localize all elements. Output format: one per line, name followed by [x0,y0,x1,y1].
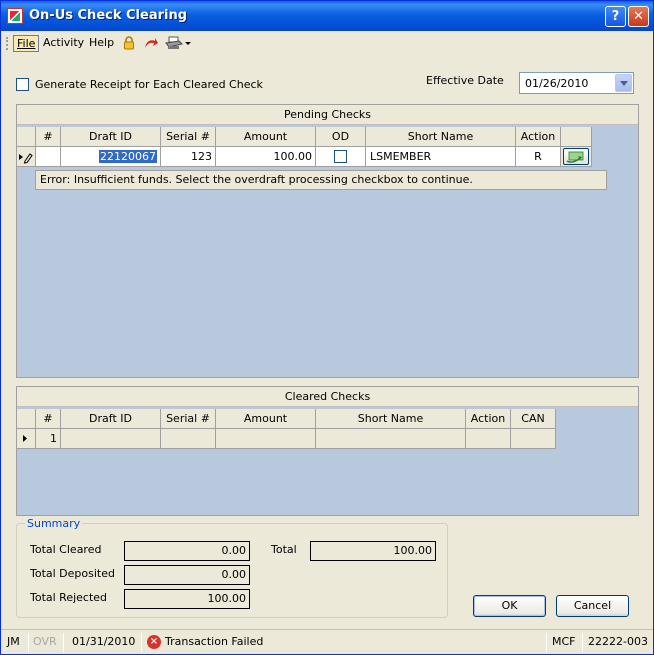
total-label: Total [271,543,297,556]
title-bar: On-Us Check Clearing ? ✕ [1,1,653,31]
pending-col-draft-id[interactable]: Draft ID [61,127,161,147]
generate-receipt-checkbox[interactable] [16,78,29,91]
menu-file-label: File [17,37,36,50]
status-separator [28,633,29,652]
current-row-arrow-icon [23,435,27,442]
draft-id-selected-text[interactable]: 22120067 [99,150,157,163]
row-edit-indicator [17,147,36,167]
total-deposited-label: Total Deposited [30,567,115,580]
status-user: JM [7,635,20,648]
error-message: Error: Insufficient funds. Select the ov… [35,170,607,190]
ok-button[interactable]: OK [473,595,546,617]
main-window: On-Us Check Clearing ? ✕ File Activity H… [0,0,654,655]
cleared-col-amount[interactable]: Amount [216,409,316,429]
total-deposited-value: 0.00 [124,565,250,585]
lock-icon[interactable] [121,35,137,51]
chevron-down-icon[interactable] [615,74,632,92]
menu-help[interactable]: Help [89,36,114,49]
pending-col-num[interactable]: # [36,127,61,147]
pending-cell-draft-id[interactable]: 22120067 [61,147,161,167]
process-button[interactable] [563,148,589,165]
row-current-indicator [17,429,36,449]
pending-checks-panel: Pending Checks # Draft ID Serial # Amoun… [16,104,639,378]
cleared-col-num[interactable]: # [36,409,61,429]
cleared-checks-panel: Cleared Checks # Draft ID Serial # Amoun… [16,386,639,516]
help-button[interactable]: ? [605,6,626,27]
cleared-col-action[interactable]: Action [466,409,511,429]
pending-col-extra [561,127,592,147]
cleared-cell-serial[interactable] [161,429,216,449]
pending-cell-num[interactable] [36,147,61,167]
summary-title: Summary [25,517,83,530]
status-bar: JM OVR 01/31/2010 × Transaction Failed M… [1,629,653,654]
effective-date-value: 01/26/2010 [525,77,589,90]
status-separator [63,633,64,652]
cleared-col-short-name[interactable]: Short Name [316,409,466,429]
pending-cell-action[interactable]: R [516,147,561,167]
cleared-cell-can[interactable] [511,429,556,449]
od-checkbox[interactable] [334,150,347,163]
cleared-cell-amount[interactable] [216,429,316,449]
pending-cell-short-name[interactable]: LSMEMBER [366,147,516,167]
status-date: 01/31/2010 [72,635,136,648]
app-icon [7,8,23,24]
pending-cell-od[interactable] [316,147,366,167]
status-ovr: OVR [33,635,57,648]
pending-cell-button[interactable] [561,147,592,167]
pending-row-header-corner [17,127,36,147]
cleared-cell-short-name[interactable] [316,429,466,449]
status-separator [582,633,583,652]
effective-date-label: Effective Date [426,74,504,87]
edit-pencil-icon [19,153,33,164]
total-cleared-value: 0.00 [124,541,250,561]
status-separator [141,633,142,652]
pending-cell-serial[interactable]: 123 [161,147,216,167]
status-code: 22222-003 [588,635,648,648]
process-check-icon [566,151,584,163]
cleared-row-header-corner [17,409,36,429]
cleared-cell-action[interactable] [466,429,511,449]
error-icon: × [147,635,161,649]
effective-date-select[interactable]: 01/26/2010 [519,72,634,94]
pending-col-amount[interactable]: Amount [216,127,316,147]
pending-col-serial[interactable]: Serial # [161,127,216,147]
cancel-button[interactable]: Cancel [556,595,629,617]
status-separator [546,633,547,652]
total-rejected-label: Total Rejected [30,591,108,604]
cleared-cell-num[interactable]: 1 [36,429,61,449]
printer-icon[interactable] [165,35,183,51]
cleared-col-serial[interactable]: Serial # [161,409,216,429]
total-value: 100.00 [310,541,436,561]
cleared-cell-draft-id[interactable] [61,429,161,449]
pending-col-action[interactable]: Action [516,127,561,147]
printer-dropdown-icon[interactable] [184,35,192,51]
cleared-checks-title: Cleared Checks [17,387,638,407]
toolbar-grip [6,37,8,50]
total-rejected-value: 100.00 [124,589,250,609]
generate-receipt-label: Generate Receipt for Each Cleared Check [35,78,263,91]
pending-col-short-name[interactable]: Short Name [366,127,516,147]
status-message: Transaction Failed [165,635,264,648]
close-button[interactable]: ✕ [628,6,649,27]
pending-col-od[interactable]: OD [316,127,366,147]
menu-file[interactable]: File [13,35,40,52]
cleared-col-can[interactable]: CAN [511,409,556,429]
summary-group: Summary Total Cleared 0.00 Total Deposit… [16,517,448,618]
redo-arrow-icon[interactable] [143,35,159,51]
total-cleared-label: Total Cleared [30,543,102,556]
window-title: On-Us Check Clearing [29,8,188,23]
pending-checks-title: Pending Checks [17,105,638,125]
status-system: MCF [552,635,576,648]
menu-bar: File Activity Help [1,31,653,55]
cleared-col-draft-id[interactable]: Draft ID [61,409,161,429]
menu-activity[interactable]: Activity [43,36,84,49]
pending-cell-amount[interactable]: 100.00 [216,147,316,167]
